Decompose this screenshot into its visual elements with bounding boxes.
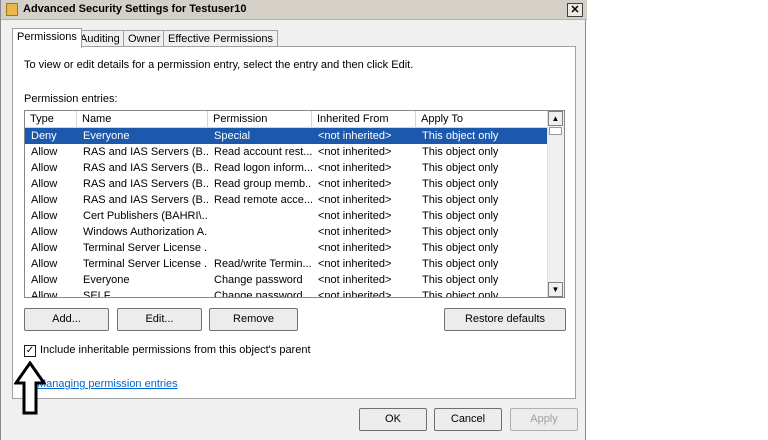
cell-permission: Change password (214, 274, 303, 286)
inherit-permissions-checkbox[interactable]: ✓ (24, 345, 36, 357)
cell-permission (214, 208, 312, 224)
column-header-name[interactable]: Name (77, 111, 208, 127)
cell-inherited: <not inherited> (318, 290, 392, 298)
close-button[interactable]: ✕ (567, 3, 583, 17)
cell-permission (214, 240, 312, 256)
cell-inherited: <not inherited> (318, 210, 392, 222)
permission-entry-row[interactable]: Allow Cert Publishers (BAHRI\... <not inhe… (25, 208, 549, 224)
cell-type: Allow (31, 290, 58, 298)
cell-permission: Read account rest... (214, 146, 312, 158)
apply-button[interactable]: Apply (510, 408, 578, 431)
cell-name: RAS and IAS Servers (B... (83, 194, 208, 206)
window-title: Advanced Security Settings for Testuser1… (23, 3, 247, 15)
cell-inherited: <not inherited> (318, 274, 392, 286)
cell-permission: Change password (214, 290, 303, 298)
cell-type: Allow (31, 258, 58, 270)
cell-inherited: <not inherited> (318, 258, 392, 270)
cell-type: Allow (31, 162, 58, 174)
cancel-button[interactable]: Cancel (434, 408, 502, 431)
cell-permission: Read group memb... (214, 178, 312, 190)
cell-apply: This object only (422, 258, 499, 270)
permission-entry-row[interactable]: Deny Everyone Special <not inherited> This o… (25, 128, 549, 144)
cell-apply: This object only (422, 130, 499, 142)
cell-name: Windows Authorization A... (83, 226, 208, 238)
cell-type: Allow (31, 210, 58, 222)
folder-icon (6, 3, 18, 16)
scroll-up-icon[interactable]: ▲ (548, 111, 563, 126)
cell-name: SELF (83, 290, 111, 298)
up-arrow-annotation-icon (14, 361, 46, 415)
cell-type: Allow (31, 274, 58, 286)
title-bar: Advanced Security Settings for Testuser1… (1, 0, 587, 20)
cell-type: Allow (31, 226, 58, 238)
cell-apply: This object only (422, 242, 499, 254)
column-header-permission[interactable]: Permission (208, 111, 312, 127)
tab-auditing[interactable]: Auditing (75, 30, 125, 47)
cell-type: Allow (31, 242, 58, 254)
cell-name: RAS and IAS Servers (B... (83, 162, 208, 174)
permission-entry-row[interactable]: Allow Terminal Server License ... <not inh… (25, 240, 549, 256)
cell-name: RAS and IAS Servers (B... (83, 146, 208, 158)
cell-name: Everyone (83, 130, 130, 142)
cell-apply: This object only (422, 210, 499, 222)
cell-permission: Read logon inform... (214, 162, 312, 174)
cell-permission: Read/write Termin... (214, 258, 312, 270)
permission-entry-row[interactable]: Allow Windows Authorization A... <not inhe… (25, 224, 549, 240)
cell-permission (214, 224, 312, 240)
inherit-permissions-label[interactable]: Include inheritable permissions from thi… (40, 344, 311, 356)
tab-effective-permissions[interactable]: Effective Permissions (163, 30, 278, 47)
cell-type: Allow (31, 194, 58, 206)
cell-apply: This object only (422, 178, 499, 190)
cell-type: Deny (31, 130, 57, 142)
ok-button[interactable]: OK (359, 408, 427, 431)
cell-apply: This object only (422, 194, 499, 206)
cell-inherited: <not inherited> (318, 130, 392, 142)
cell-inherited: <not inherited> (318, 146, 392, 158)
add-button[interactable]: Add... (24, 308, 109, 331)
column-header-type[interactable]: Type (25, 111, 77, 127)
remove-button[interactable]: Remove (209, 308, 298, 331)
cell-type: Allow (31, 146, 58, 158)
advanced-security-dialog: Advanced Security Settings for Testuser1… (0, 0, 587, 440)
tab-permissions[interactable]: Permissions (12, 28, 82, 48)
tab-owner[interactable]: Owner (123, 30, 166, 47)
cell-apply: This object only (422, 226, 499, 238)
scroll-down-icon[interactable]: ▼ (548, 282, 563, 297)
column-header-inherited-from[interactable]: Inherited From (312, 111, 416, 127)
cell-apply: This object only (422, 290, 499, 298)
cell-type: Allow (31, 178, 58, 190)
column-header-apply-to[interactable]: Apply To (416, 111, 549, 127)
permission-entries-label: Permission entries: (24, 93, 118, 105)
managing-permissions-link[interactable]: Managing permission entries (37, 378, 178, 390)
permission-entry-row[interactable]: Allow SELF Change password <not inherited> T… (25, 288, 549, 298)
cell-inherited: <not inherited> (318, 226, 392, 238)
cell-name: RAS and IAS Servers (B... (83, 178, 208, 190)
permission-entry-row[interactable]: Allow Everyone Change password <not inherit… (25, 272, 549, 288)
cell-name: Terminal Server License ... (83, 242, 208, 254)
restore-defaults-button[interactable]: Restore defaults (444, 308, 566, 331)
permission-entry-row[interactable]: Allow RAS and IAS Servers (B... Read accou… (25, 144, 549, 160)
cell-name: Everyone (83, 274, 130, 286)
permission-entry-row[interactable]: Allow RAS and IAS Servers (B... Read remot… (25, 192, 549, 208)
cell-name: Cert Publishers (BAHRI\... (83, 210, 208, 222)
cell-inherited: <not inherited> (318, 162, 392, 174)
cell-inherited: <not inherited> (318, 178, 392, 190)
cell-permission: Special (214, 130, 251, 142)
cell-apply: This object only (422, 146, 499, 158)
permission-entries-list[interactable]: Type Name Permission Inherited From Appl… (24, 110, 565, 298)
edit-button[interactable]: Edit... (117, 308, 202, 331)
cell-inherited: <not inherited> (318, 242, 392, 254)
vertical-scrollbar[interactable]: ▲ ▼ (547, 111, 564, 297)
cell-apply: This object only (422, 274, 499, 286)
intro-text: To view or edit details for a permission… (24, 59, 414, 71)
cell-permission: Read remote acce... (214, 194, 312, 206)
cell-inherited: <not inherited> (318, 194, 392, 206)
permission-entry-row[interactable]: Allow Terminal Server License ... Read/wri… (25, 256, 549, 272)
list-header: Type Name Permission Inherited From Appl… (25, 111, 549, 128)
cell-apply: This object only (422, 162, 499, 174)
permission-entry-row[interactable]: Allow RAS and IAS Servers (B... Read group… (25, 176, 549, 192)
scroll-thumb[interactable] (549, 127, 562, 135)
permission-entry-row[interactable]: Allow RAS and IAS Servers (B... Read logon… (25, 160, 549, 176)
cell-name: Terminal Server License ... (83, 258, 208, 270)
